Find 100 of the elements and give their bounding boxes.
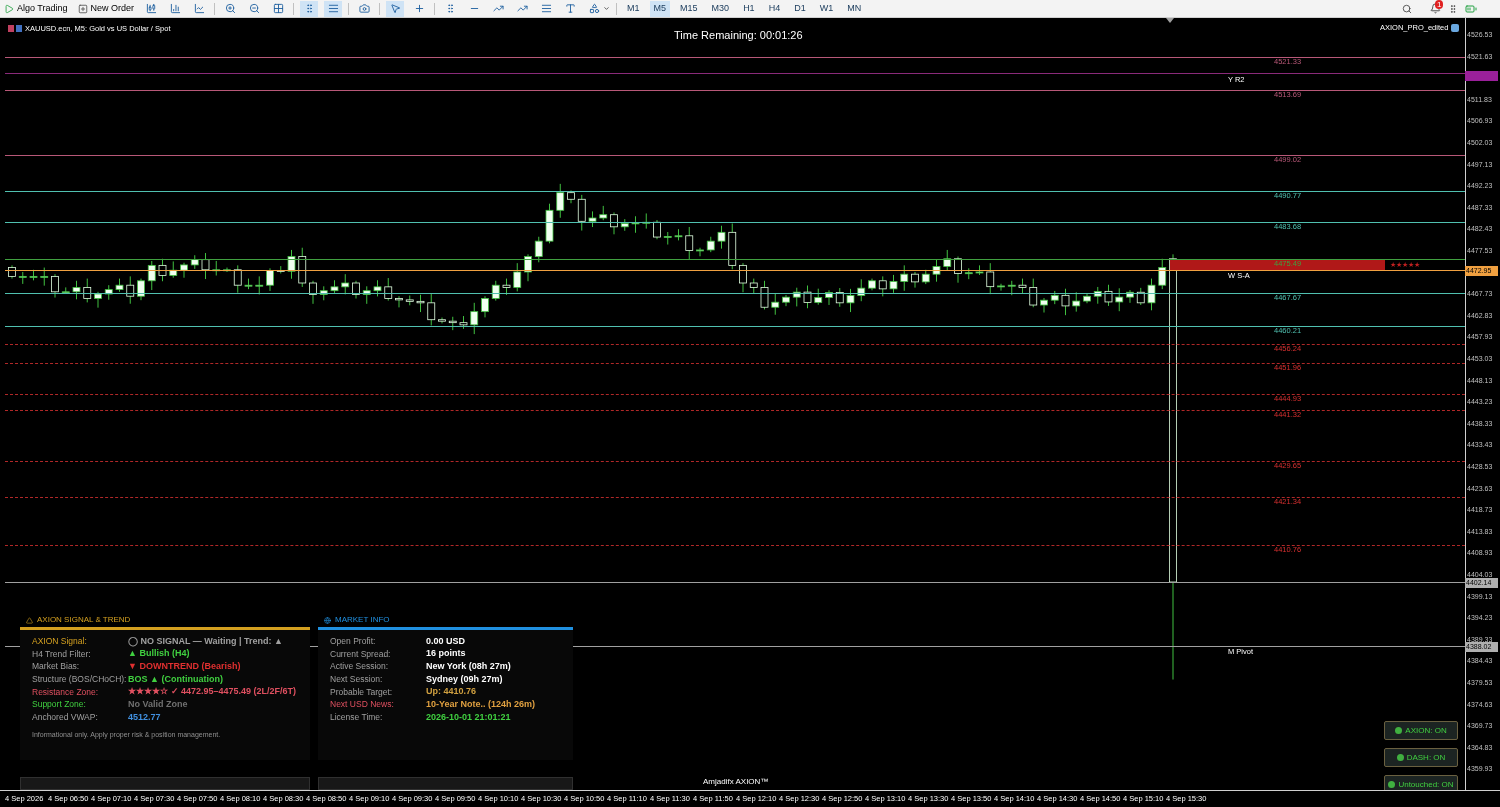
new-order-button[interactable]: New Order (75, 0, 137, 17)
candle (792, 287, 801, 307)
notification-icon[interactable] (1430, 2, 1441, 14)
candle (276, 265, 285, 274)
timeframe-button[interactable]: H1 (739, 0, 759, 17)
candle (814, 288, 823, 306)
candle (147, 260, 156, 291)
field-value: No Valid Zone (128, 698, 188, 712)
candle (309, 280, 317, 305)
field-value: 4512.77 (128, 710, 161, 724)
candle (921, 269, 930, 285)
timeframe-button[interactable]: W1 (815, 0, 838, 17)
candle (975, 264, 984, 276)
candle (986, 262, 995, 295)
field-label: Active Session: (330, 660, 390, 674)
field-label: Next USD News: (330, 698, 395, 712)
field-label: Market Bias: (32, 660, 81, 674)
candle (18, 271, 27, 285)
candle (266, 267, 274, 292)
candle (470, 302, 479, 335)
candle (825, 289, 833, 306)
candle (997, 283, 1005, 292)
candle (588, 210, 597, 228)
candle (1072, 291, 1081, 313)
zoom-in-icon (224, 3, 236, 14)
timeframe-button[interactable]: H4 (764, 0, 785, 17)
candle (104, 284, 113, 301)
timeframe-button[interactable]: M15 (676, 0, 702, 17)
candle (83, 278, 92, 303)
cursor-icon (389, 3, 401, 14)
candle (749, 278, 758, 294)
candle (1007, 280, 1016, 296)
timeframe-button[interactable]: M5 (649, 0, 671, 17)
toggle-button[interactable]: DASH: ON (1384, 748, 1458, 767)
field-value: 10-Year Note.. (124h 26m) (426, 698, 536, 712)
candle (771, 292, 780, 316)
candle (158, 258, 167, 282)
field-value: 0.00 USD (426, 634, 466, 648)
candle (620, 218, 629, 232)
timeframe-button[interactable]: D1 (790, 0, 810, 17)
candle (341, 273, 350, 295)
candle (932, 259, 941, 283)
field-label: H4 Trend Filter: (32, 647, 92, 661)
candle (427, 293, 436, 326)
candle (126, 275, 135, 305)
cursor-tool[interactable] (386, 0, 405, 17)
candle (29, 269, 38, 281)
candle (1040, 297, 1048, 313)
candle (384, 277, 393, 302)
candle (1093, 286, 1102, 305)
candle (1147, 278, 1156, 311)
candle (1083, 293, 1091, 304)
candle (169, 260, 178, 279)
candle (1018, 278, 1027, 294)
field-value: ▲ Bullish (H4) (128, 647, 190, 661)
candle (943, 249, 952, 271)
line-chart-icon (193, 3, 205, 14)
toggle-button[interactable]: Untouched: ON (1384, 775, 1458, 790)
candle (524, 253, 532, 282)
candle (889, 274, 898, 294)
candle (1158, 258, 1167, 290)
candle (1029, 278, 1038, 308)
field-value: ▼ DOWNTREND (Bearish) (128, 659, 241, 673)
candle (1104, 284, 1113, 307)
candle (416, 294, 425, 313)
candle (760, 280, 769, 310)
search-icon[interactable] (1402, 3, 1412, 14)
timeframe-button[interactable]: M1 (623, 0, 644, 17)
field-value: 2026-10-01 21:01:21 (426, 710, 511, 724)
candle (448, 316, 457, 331)
toggle-button[interactable]: AXION: ON (1384, 721, 1458, 740)
candle (1050, 290, 1059, 305)
candle (631, 215, 640, 234)
candle (857, 278, 866, 302)
field-label: AXION Signal: (32, 634, 88, 648)
candle (964, 267, 973, 280)
candle (137, 278, 145, 301)
timeframe-button[interactable]: M30 (707, 0, 734, 17)
warning-icon (26, 616, 33, 624)
candle (212, 260, 221, 276)
camera-icon (358, 3, 370, 14)
field-value: Up: 4410.76 (426, 685, 477, 699)
candle (1115, 287, 1124, 312)
candle (362, 285, 371, 305)
field-label: Open Profit: (330, 634, 377, 648)
candle (782, 294, 790, 307)
field-label: Current Spread: (330, 647, 392, 661)
candle (72, 280, 81, 300)
candle (459, 315, 468, 330)
candle (481, 295, 489, 318)
field-label: Support Zone: (32, 698, 87, 712)
timeframe-button[interactable]: MN (843, 0, 866, 17)
caret-icon (603, 5, 611, 12)
zoom-out-icon (248, 3, 260, 14)
timer-text: Time Remaining: 00:01:26 (674, 28, 803, 43)
candle (491, 280, 500, 302)
candle (900, 264, 909, 292)
algo-trading-button[interactable]: Algo Trading (2, 0, 70, 17)
candle (190, 254, 199, 270)
globe-icon (324, 616, 331, 624)
